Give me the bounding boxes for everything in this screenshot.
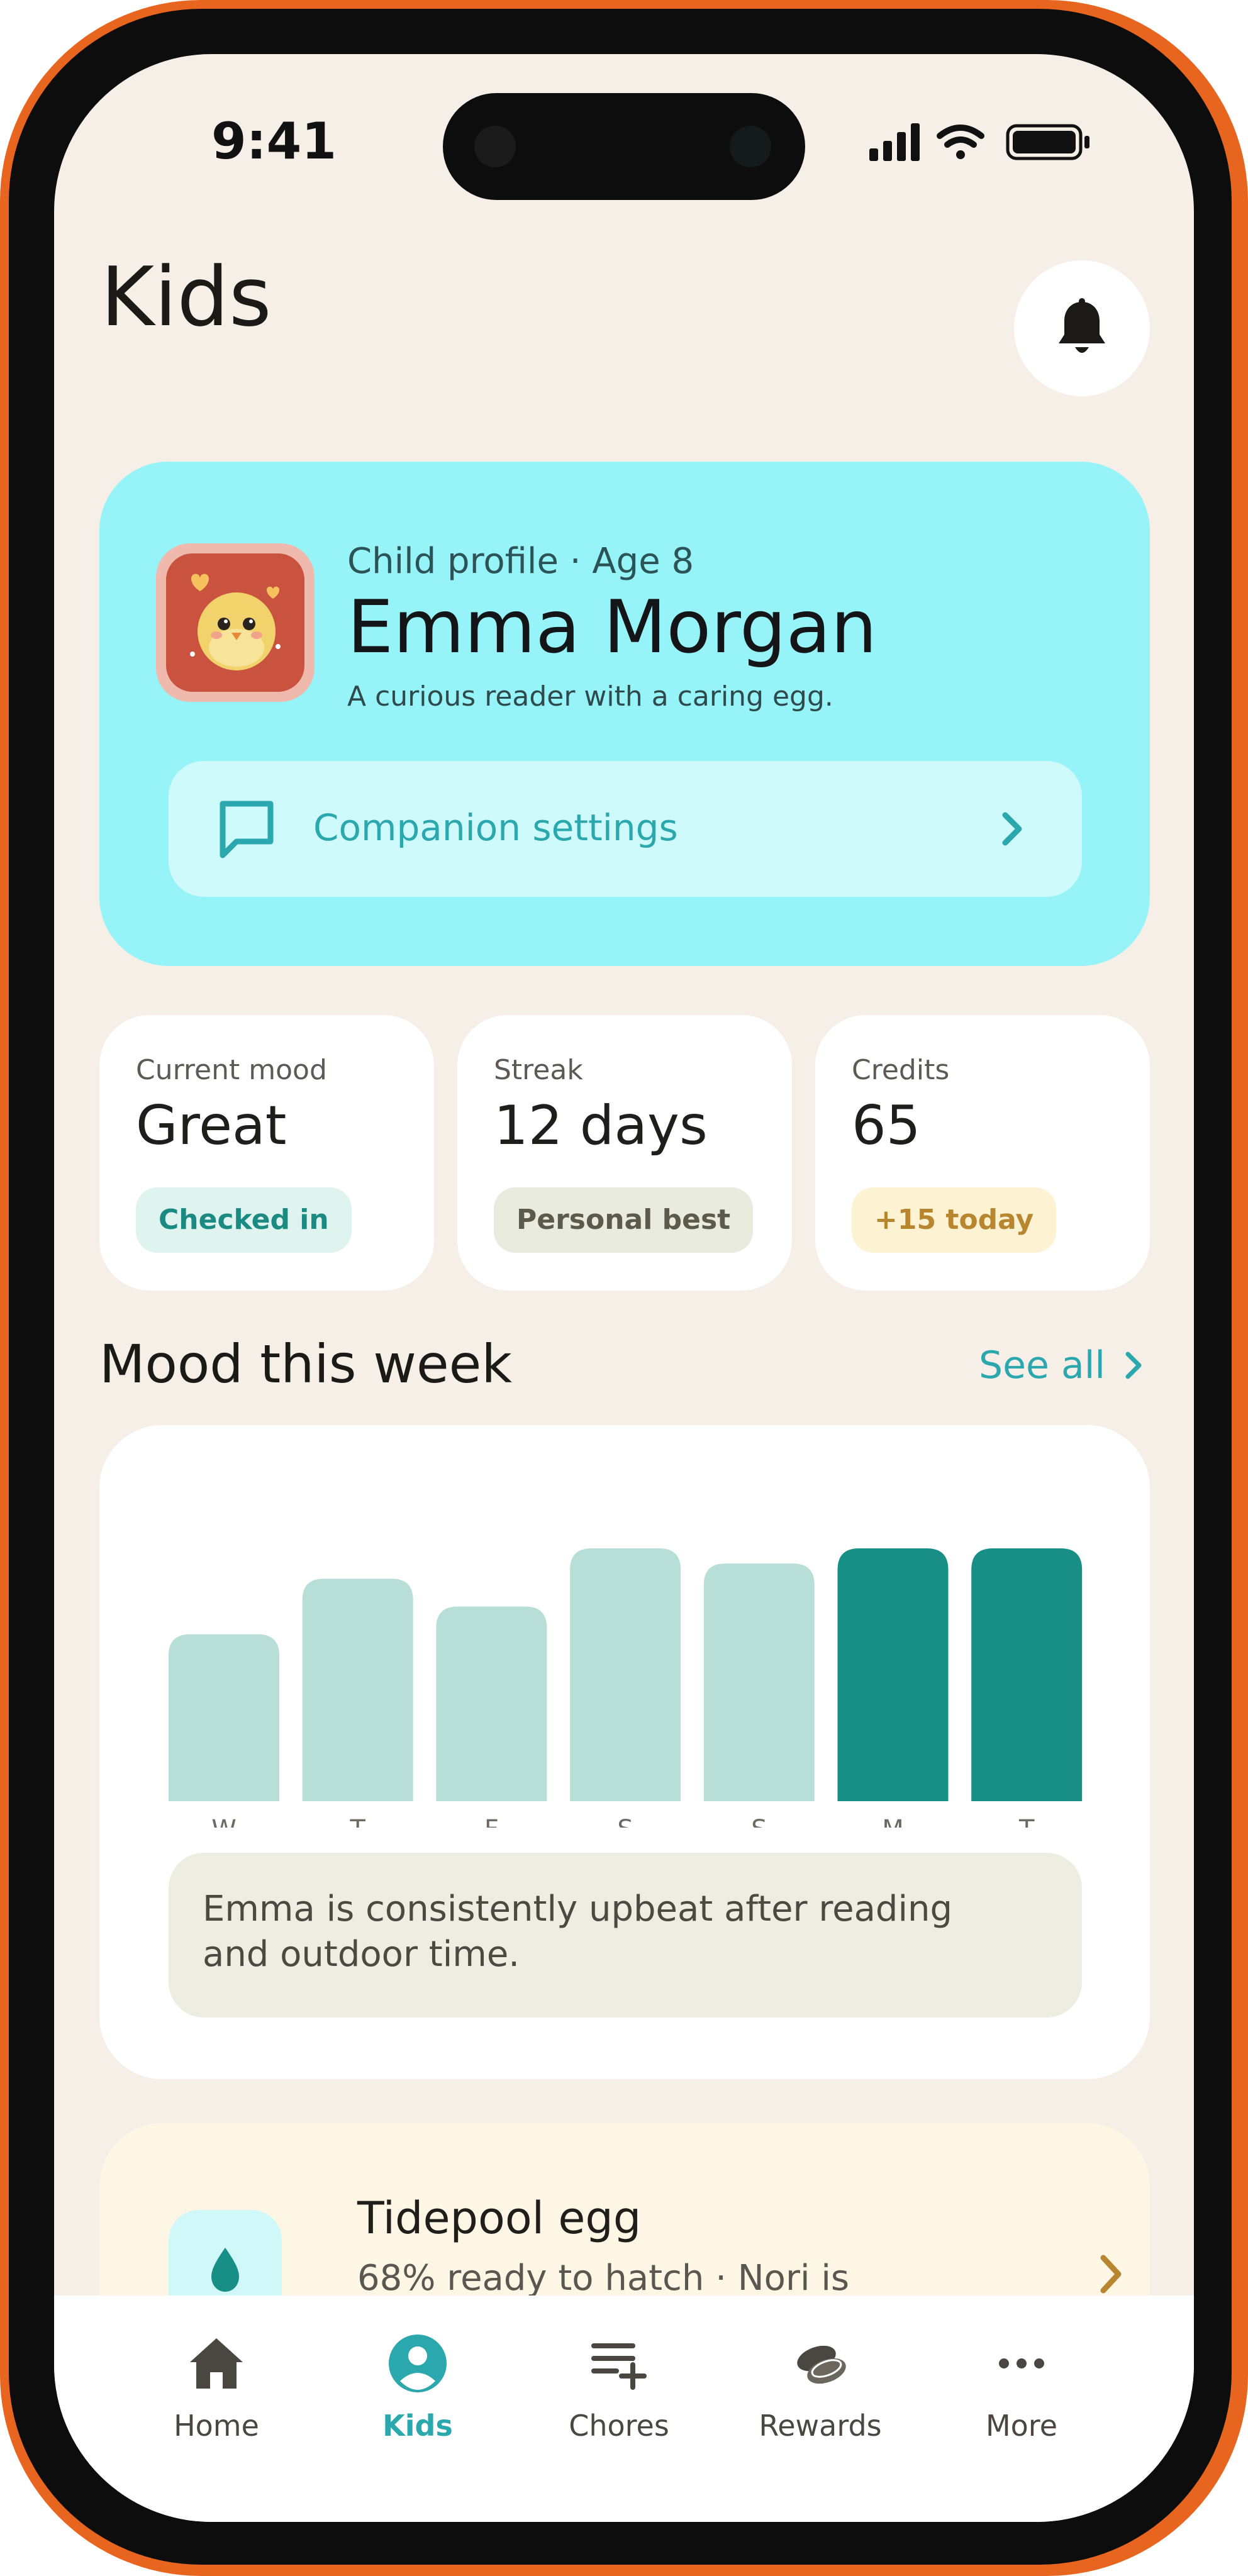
camera	[730, 126, 771, 167]
tab-kids[interactable]: Kids	[317, 2333, 518, 2459]
page-title: Kids	[101, 249, 272, 345]
stat-value: 65	[852, 1094, 921, 1157]
chores-icon	[591, 2343, 647, 2390]
egg-subtitle: 68% ready to hatch · Nori is	[357, 2258, 850, 2299]
day-label: T	[349, 1815, 365, 1828]
tab-more[interactable]: More	[921, 2333, 1122, 2459]
stat-label: Credits	[852, 1054, 950, 1086]
more-icon	[999, 2358, 1044, 2368]
chevron-right-icon	[1125, 1352, 1142, 1379]
status-badge: +15 today	[852, 1187, 1057, 1253]
tab-chores[interactable]: Chores	[518, 2333, 720, 2459]
credits-stat-card[interactable]: Credits 65 +15 today	[815, 1015, 1150, 1291]
day-label: S	[751, 1815, 767, 1828]
tab-label: More	[985, 2409, 1058, 2443]
dynamic-island	[443, 93, 805, 200]
profile-eyebrow: Child profile · Age 8	[347, 541, 694, 582]
insight-text: Emma is consistently upbeat after readin…	[203, 1889, 953, 1975]
tab-home[interactable]: Home	[116, 2333, 317, 2459]
home-icon	[190, 2338, 243, 2389]
status-time: 9:41	[211, 112, 337, 170]
mood-stat-card[interactable]: Current mood Great Checked in	[99, 1015, 434, 1291]
mood-bar	[436, 1606, 547, 1801]
wifi-icon	[937, 125, 984, 159]
companion-settings-button[interactable]: Companion settings	[169, 761, 1082, 897]
avatar	[156, 543, 315, 702]
chevron-right-icon	[1002, 812, 1022, 846]
stat-value: 12 days	[494, 1094, 708, 1157]
battery-icon	[1006, 124, 1089, 160]
mood-bar	[302, 1579, 413, 1801]
stat-value: Great	[136, 1094, 287, 1157]
companion-settings-label: Companion settings	[313, 806, 678, 849]
day-label: F	[484, 1815, 499, 1828]
child-description: A curious reader with a caring egg.	[347, 680, 833, 713]
app-screen: 9:41 Kids Child profile · Age 8 Emma Mor…	[54, 54, 1194, 2522]
see-all-link[interactable]: See all	[979, 1343, 1148, 1387]
bottom-tab-bar: Home Kids Chores Rewards More	[54, 2296, 1194, 2522]
chick-illustration	[190, 574, 281, 670]
mood-bar	[837, 1548, 949, 1801]
status-badge: Checked in	[136, 1187, 352, 1253]
stat-label: Streak	[494, 1054, 583, 1086]
streak-stat-card[interactable]: Streak 12 days Personal best	[457, 1015, 792, 1291]
tab-label: Chores	[569, 2409, 669, 2443]
chat-bubble-icon	[220, 801, 274, 858]
tab-rewards[interactable]: Rewards	[720, 2333, 921, 2459]
egg-title: Tidepool egg	[357, 2192, 642, 2244]
tab-label: Kids	[382, 2409, 453, 2443]
stat-label: Current mood	[136, 1054, 327, 1086]
rewards-icon	[797, 2345, 846, 2384]
tab-label: Rewards	[759, 2409, 882, 2443]
mood-bar	[703, 1563, 815, 1801]
mood-bar	[570, 1548, 681, 1801]
bell-icon	[1059, 298, 1105, 353]
day-label: T	[1018, 1815, 1035, 1828]
chevron-right-icon	[1100, 2255, 1122, 2294]
mood-bar	[169, 1634, 279, 1801]
status-badge: Personal best	[494, 1187, 754, 1253]
notifications-button[interactable]	[1014, 260, 1150, 396]
day-label: W	[211, 1815, 237, 1828]
child-profile-card: Child profile · Age 8 Emma Morgan A curi…	[99, 462, 1150, 966]
signal-icon	[869, 123, 920, 161]
child-name: Emma Morgan	[347, 585, 878, 670]
day-label: S	[617, 1815, 633, 1828]
see-all-label: See all	[979, 1343, 1106, 1387]
mood-bar-chart: WTFSSMT	[169, 1548, 1083, 1828]
sensor	[474, 126, 516, 167]
section-title: Mood this week	[99, 1333, 512, 1395]
day-label: M	[882, 1815, 904, 1828]
mood-bar	[971, 1548, 1083, 1801]
status-icons	[869, 123, 1089, 161]
mood-chart-card: W T F S S M T Emma is consistently upbeat afte…	[99, 1425, 1150, 2079]
kid-icon	[389, 2334, 447, 2392]
tab-label: Home	[174, 2409, 259, 2443]
avatar-image	[166, 553, 304, 692]
mood-insight: Emma is consistently upbeat after readin…	[169, 1853, 1082, 2018]
